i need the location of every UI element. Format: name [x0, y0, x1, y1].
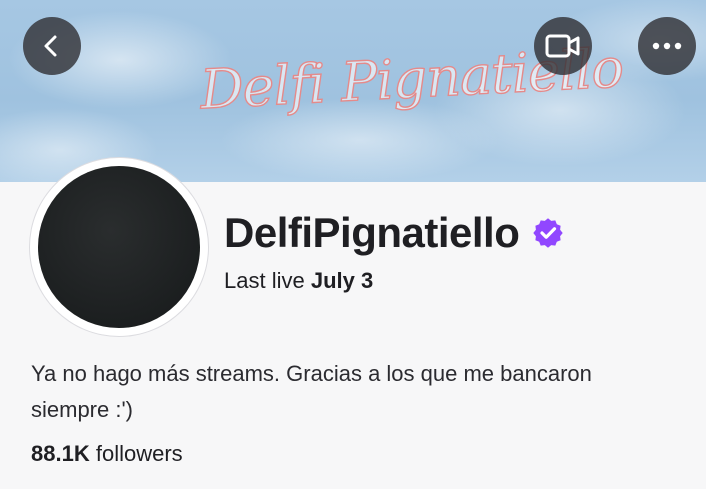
channel-bio: Ya no hago más streams. Gracias a los qu… [31, 361, 592, 422]
last-live-status: Last live July 3 [224, 268, 373, 294]
chevron-left-icon [44, 35, 57, 57]
avatar[interactable] [30, 158, 208, 336]
back-button[interactable] [23, 17, 81, 75]
more-options-button[interactable] [638, 17, 696, 75]
followers-count[interactable]: 88.1K followers [31, 441, 183, 467]
avatar-image [38, 166, 200, 328]
channel-name: DelfiPignatiello [224, 209, 520, 256]
verified-badge-icon [533, 218, 564, 248]
video-button[interactable] [534, 17, 592, 75]
last-live-date: July 3 [310, 268, 374, 293]
banner-signature: Delfi Pignatiello [198, 36, 625, 122]
video-camera-icon [545, 34, 580, 58]
profile-banner: Delfi Pignatiello [0, 0, 706, 182]
followers-label: followers [95, 441, 183, 466]
followers-number: 88.1K [31, 441, 90, 466]
last-live-label: Last live [224, 268, 305, 293]
more-horizontal-icon [652, 42, 682, 50]
channel-header: DelfiPignatiello [224, 208, 564, 258]
